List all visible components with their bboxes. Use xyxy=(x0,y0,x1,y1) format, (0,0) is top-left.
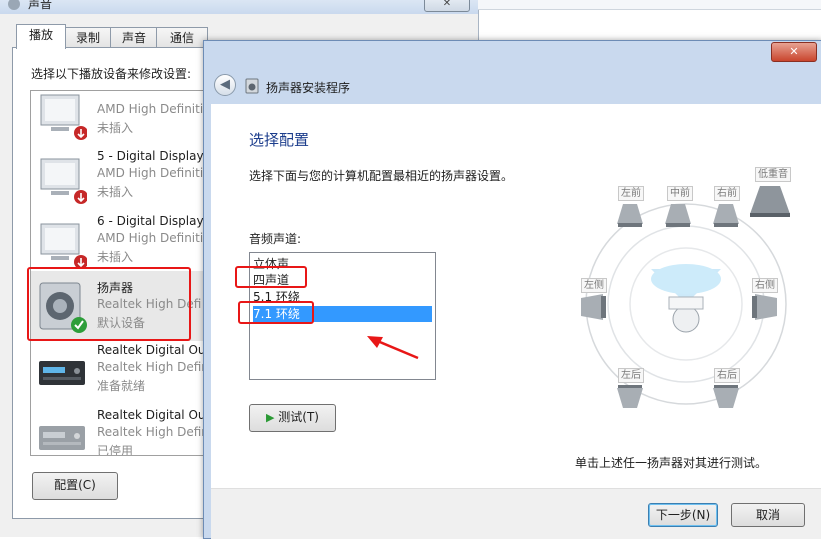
sound-titlebar: 声音 ✕ xyxy=(0,0,478,14)
speaker-setup-wizard: ✕ ◀ 扬声器安装程序 选择配置 选择下面与您的计算机配置最相近的扬声器设置。 … xyxy=(203,40,821,539)
speaker-side-left[interactable] xyxy=(579,294,609,320)
speaker-icon xyxy=(8,0,20,10)
device-name: 6 - Digital Display xyxy=(97,214,203,228)
page-description: 选择下面与您的计算机配置最相近的扬声器设置。 xyxy=(249,169,514,183)
wizard-footer: 下一步(N) 取消 xyxy=(211,488,821,539)
annotation-arrow xyxy=(367,336,419,360)
label-front-right: 右前 xyxy=(714,186,740,201)
tab-recording[interactable]: 录制 xyxy=(64,27,112,48)
test-hint: 单击上述任一扬声器对其进行测试。 xyxy=(575,456,768,470)
next-button[interactable]: 下一步(N) xyxy=(648,503,718,527)
speaker-setup-icon xyxy=(245,78,259,94)
label-subwoofer: 低重音 xyxy=(755,167,791,182)
label-rear-left: 左后 xyxy=(618,368,644,383)
close-button[interactable]: ✕ xyxy=(771,42,817,62)
device-item[interactable]: AMD High Definiti 未插入 xyxy=(31,91,203,150)
device-description: AMD High Definiti xyxy=(97,231,203,245)
device-name: Realtek Digital Ou xyxy=(97,408,203,422)
tab-communications[interactable]: 通信 xyxy=(156,27,208,48)
speaker-front-left[interactable] xyxy=(615,202,645,228)
speaker-center[interactable] xyxy=(663,202,693,228)
device-status: 已停用 xyxy=(97,444,134,456)
test-button-label: 测试(T) xyxy=(278,410,319,424)
device-status: 未插入 xyxy=(97,250,134,264)
device-description: AMD High Definiti xyxy=(97,166,203,180)
speaker-rear-right[interactable] xyxy=(711,384,741,410)
label-side-right: 右侧 xyxy=(752,278,778,293)
back-button[interactable]: ◀ xyxy=(214,74,236,96)
configure-button[interactable]: 配置(C) xyxy=(32,472,118,500)
page-heading: 选择配置 xyxy=(249,131,310,149)
annotation-box-71 xyxy=(238,301,314,324)
device-name: 5 - Digital Display xyxy=(97,149,203,163)
device-description: Realtek High Defir xyxy=(97,360,203,374)
digital-output-icon xyxy=(39,361,85,385)
instruction-text: 选择以下播放设备来修改设置: xyxy=(31,67,192,81)
device-item[interactable]: Realtek Digital Ou Realtek High Defir 已停… xyxy=(31,408,203,456)
device-item[interactable]: 5 - Digital Display AMD High Definiti 未插… xyxy=(31,149,203,214)
speaker-rear-left[interactable] xyxy=(615,384,645,410)
tab-playback[interactable]: 播放 xyxy=(16,24,66,49)
monitor-icon xyxy=(40,223,87,269)
label-front-left: 左前 xyxy=(618,186,644,201)
device-status: 准备就绪 xyxy=(97,379,146,393)
label-side-left: 左侧 xyxy=(581,278,607,293)
play-icon: ▶ xyxy=(266,411,275,424)
annotation-box-quad xyxy=(235,266,307,288)
test-button[interactable]: ▶ 测试(T) xyxy=(249,404,336,432)
wizard-title: 扬声器安装程序 xyxy=(266,81,351,95)
monitor-icon xyxy=(40,94,87,140)
device-status: 未插入 xyxy=(97,121,134,135)
annotation-box-speakers xyxy=(27,267,191,341)
speaker-side-right[interactable] xyxy=(749,294,779,320)
label-center: 中前 xyxy=(667,186,693,201)
label-rear-right: 右后 xyxy=(714,368,740,383)
device-status: 未插入 xyxy=(97,185,134,199)
wizard-content: 选择配置 选择下面与您的计算机配置最相近的扬声器设置。 音频声道: 立体声 四声… xyxy=(211,104,821,539)
speaker-subwoofer[interactable] xyxy=(748,184,792,218)
cancel-button[interactable]: 取消 xyxy=(731,503,805,527)
speaker-front-right[interactable] xyxy=(711,202,741,228)
channels-label: 音频声道: xyxy=(249,232,302,246)
device-description: Realtek High Defir xyxy=(97,425,203,439)
monitor-icon xyxy=(40,158,87,204)
digital-output-icon xyxy=(39,426,85,450)
device-description: AMD High Definiti xyxy=(97,102,203,116)
background-window-strip xyxy=(478,0,821,10)
device-name: Realtek Digital Ou xyxy=(97,343,203,357)
tab-sounds[interactable]: 声音 xyxy=(110,27,158,48)
close-button[interactable]: ✕ xyxy=(424,0,470,12)
window-title: 声音 xyxy=(28,0,53,11)
device-item[interactable]: Realtek Digital Ou Realtek High Defir 准备… xyxy=(31,343,203,408)
